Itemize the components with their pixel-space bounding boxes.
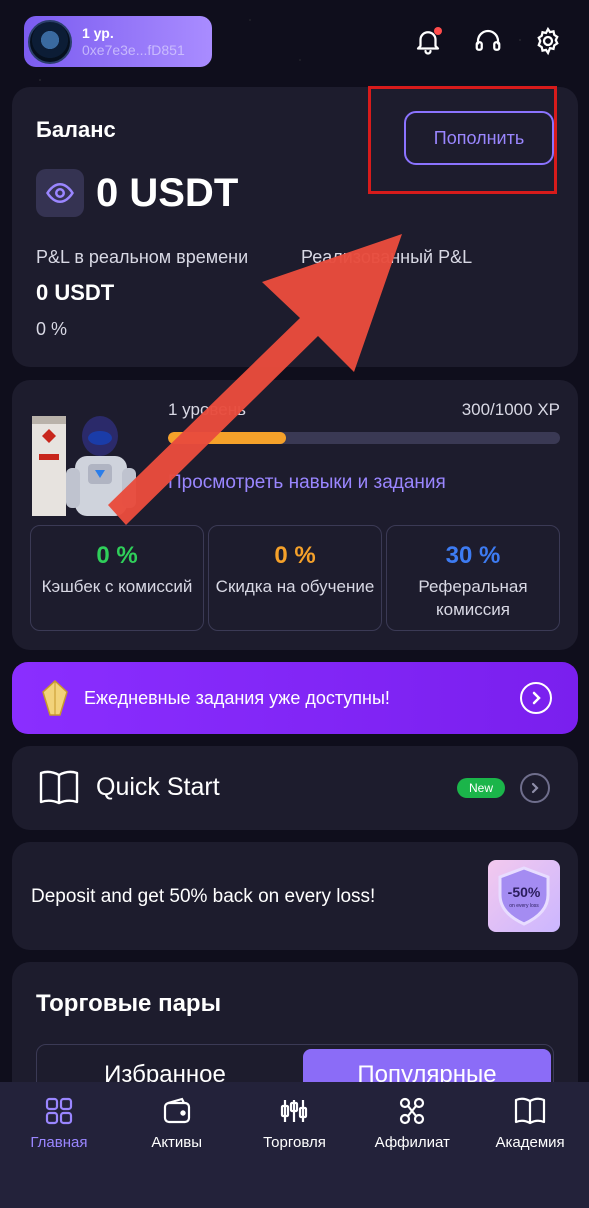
notifications-button[interactable] [411, 24, 445, 58]
pnl-realized-label: Реализованный P&L [301, 247, 473, 267]
pnl-percent: 0 % [36, 319, 68, 339]
nav-label: Главная [30, 1134, 88, 1151]
wallet-icon [163, 1097, 190, 1124]
xp-counter: 300/1000 XP [461, 400, 560, 419]
promo-image-subtext: on every loss [509, 903, 539, 909]
grid-icon [45, 1097, 72, 1125]
nav-item-trading[interactable]: Торговля [236, 1082, 354, 1208]
topup-button[interactable]: Пополнить [404, 111, 554, 165]
share-icon [400, 1097, 425, 1125]
support-button[interactable] [471, 24, 505, 58]
nav-item-assets[interactable]: Активы [118, 1082, 236, 1208]
stat-cashback: 0 % Кэшбек с комиссий [30, 525, 204, 631]
nav-label: Академия [495, 1134, 565, 1151]
profile-info: 1 ур. 0xe7e3e...fD851 [82, 25, 185, 59]
book-icon [514, 1097, 546, 1125]
nav-label: Торговля [263, 1134, 326, 1151]
user-level: 1 ур. [82, 24, 114, 41]
settings-button[interactable] [531, 24, 565, 58]
top-bar: 1 ур. 0xe7e3e...fD851 [0, 0, 589, 84]
new-badge: New [457, 778, 505, 798]
deposit-promo-card[interactable]: Deposit and get 50% back on every loss! … [12, 842, 578, 950]
nav-item-affiliate[interactable]: Аффилиат [353, 1082, 471, 1208]
daily-tasks-text: Ежедневные задания уже доступны! [84, 687, 390, 708]
pnl-realtime-label: P&L в реальном времени [36, 247, 249, 267]
crystal-icon [42, 680, 68, 716]
balance-amount: 0 USDT [96, 171, 239, 215]
pnl-value: 0 USDT [36, 280, 115, 305]
wallet-address: 0xe7e3e...fD851 [82, 41, 185, 58]
trading-pairs-title: Торговые пары [36, 990, 222, 1017]
level-label: 1 уровень [168, 400, 246, 419]
avatar [28, 19, 72, 64]
stat-value: 30 % [445, 542, 501, 569]
stat-education-discount: 0 % Скидка на обучение [208, 525, 382, 631]
stat-value: 0 % [274, 542, 316, 569]
view-skills-link[interactable]: Просмотреть навыки и задания [168, 472, 446, 494]
nav-item-home[interactable]: Главная [0, 1082, 118, 1208]
astronaut-avatar [32, 416, 136, 516]
chevron-right-icon [520, 682, 552, 714]
promo-image-text: -50% [508, 884, 541, 900]
level-card: 1 уровень 300/1000 XP Просмотреть навыки… [12, 380, 578, 650]
profile-chip[interactable]: 1 ур. 0xe7e3e...fD851 [24, 16, 212, 67]
deposit-promo-text: Deposit and get 50% back on every loss! [31, 886, 376, 907]
toggle-balance-visibility[interactable] [36, 169, 84, 217]
nav-label: Аффилиат [374, 1134, 450, 1151]
gear-icon [537, 26, 559, 56]
stat-label: Реферальная комиссия [418, 577, 528, 619]
open-book-icon [39, 770, 79, 805]
bottom-nav: Главная Активы Торговля Аффилиат Академи… [0, 1082, 589, 1208]
daily-tasks-banner[interactable]: Ежедневные задания уже доступны! [12, 662, 578, 734]
balance-card: Баланс Пополнить 0 USDT P&L в реальном в… [12, 87, 578, 367]
quick-start-card[interactable]: Quick Start New [12, 746, 578, 830]
stat-value: 0 % [96, 542, 138, 569]
stat-label: Скидка на обучение [215, 577, 375, 596]
notification-dot [434, 27, 442, 35]
nav-item-academy[interactable]: Академия [471, 1082, 589, 1208]
balance-title: Баланс [36, 117, 116, 142]
xp-progress-bar [168, 432, 560, 444]
quick-start-title: Quick Start [96, 773, 220, 801]
nav-label: Активы [151, 1134, 203, 1151]
chevron-right-icon [520, 773, 550, 803]
headset-icon [475, 29, 501, 51]
xp-progress-fill [168, 432, 286, 444]
promo-shield-image: -50% on every loss [488, 860, 560, 932]
eye-icon [46, 182, 74, 204]
stat-label: Кэшбек с комиссий [41, 577, 193, 596]
candles-icon [281, 1100, 308, 1122]
stat-referral-commission: 30 % Реферальная комиссия [386, 525, 560, 631]
